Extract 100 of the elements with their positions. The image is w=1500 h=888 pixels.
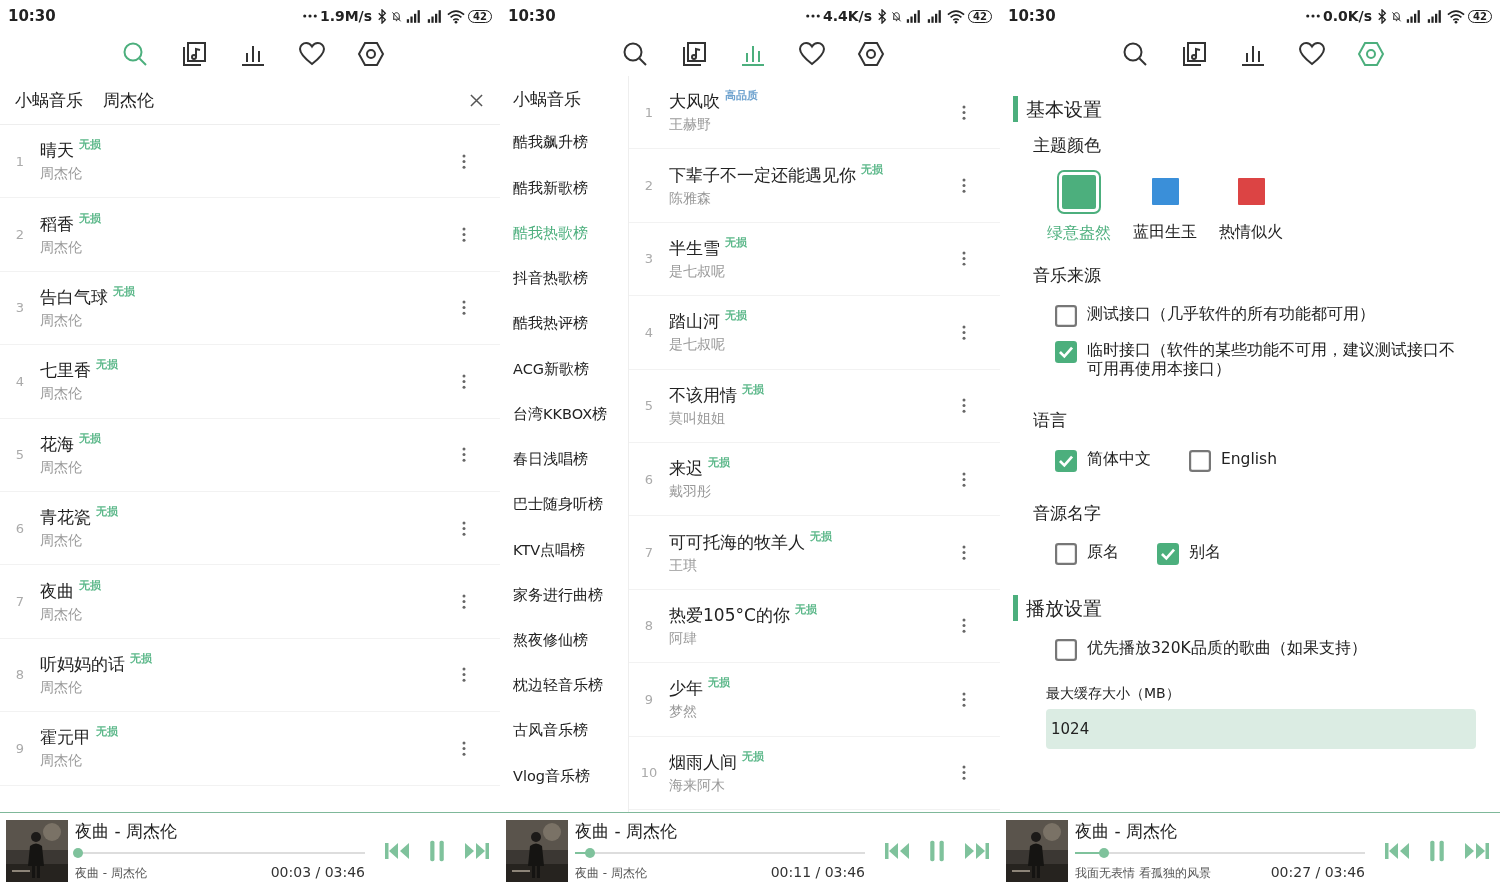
clock-time: 10:30 xyxy=(508,7,556,25)
search-icon[interactable] xyxy=(621,40,649,68)
more-icon[interactable] xyxy=(962,545,966,561)
song-title: 晴天 xyxy=(40,139,74,163)
song-title: 告白气球 xyxy=(40,285,108,309)
artist-name: 周杰伦 xyxy=(40,678,83,697)
checkbox[interactable] xyxy=(1189,450,1211,472)
more-icon[interactable] xyxy=(462,373,466,389)
quality-tag: 无损 xyxy=(96,359,118,372)
chart-list-item[interactable]: 酷我热评榜 xyxy=(513,314,628,360)
more-icon[interactable] xyxy=(462,300,466,316)
track-number: 10 xyxy=(639,765,659,781)
more-icon[interactable] xyxy=(462,153,466,169)
checkbox[interactable] xyxy=(1055,543,1077,565)
more-icon[interactable] xyxy=(462,447,466,463)
option-label: 测试接口（几乎软件的所有功能都可用） xyxy=(1087,305,1375,324)
option-label: 优先播放320K品质的歌曲（如果支持） xyxy=(1087,639,1367,658)
music-note-icon[interactable] xyxy=(1180,40,1208,68)
section-heading: 基本设置 xyxy=(1013,96,1482,122)
chart-list-item[interactable]: 巴士随身听榜 xyxy=(513,495,628,541)
theme-name: 绿意盎然 xyxy=(1047,223,1111,244)
progress-handle[interactable] xyxy=(584,847,595,858)
setting-label: 音源名字 xyxy=(1033,502,1102,525)
quality-tag: 无损 xyxy=(742,750,764,763)
more-icon[interactable] xyxy=(962,471,966,487)
bluetooth-icon xyxy=(1377,8,1389,24)
more-icon[interactable] xyxy=(962,398,966,414)
chart-list-item[interactable]: 春日浅唱榜 xyxy=(513,450,628,496)
chart-list-item[interactable]: 熬夜修仙榜 xyxy=(513,631,628,677)
progress-handle[interactable] xyxy=(1099,847,1109,858)
artist-name: 莫叫姐姐 xyxy=(669,409,726,428)
source-selector[interactable]: 小蜗音乐 xyxy=(15,88,83,112)
track-number: 9 xyxy=(643,691,655,707)
network-speed: 0.0K/s xyxy=(1322,8,1373,24)
chart-list-item[interactable]: 抖音热歌榜 xyxy=(513,269,628,315)
progress-handle[interactable] xyxy=(72,847,83,858)
more-icon[interactable] xyxy=(962,178,966,194)
more-dots-icon xyxy=(805,14,820,18)
settings-icon[interactable] xyxy=(357,40,385,68)
quality-tag: 无损 xyxy=(130,652,152,665)
heart-icon[interactable] xyxy=(298,40,326,68)
chart-list-item[interactable]: Vlog音乐榜 xyxy=(513,766,628,812)
theme-name: 蓝田生玉 xyxy=(1133,222,1197,243)
more-icon[interactable] xyxy=(962,251,966,267)
field-label: 最大缓存大小（MB） xyxy=(1046,685,1181,703)
music-note-icon[interactable] xyxy=(680,40,708,68)
more-icon[interactable] xyxy=(962,104,966,120)
track-number: 3 xyxy=(643,251,655,267)
song-title: 大风吹 xyxy=(669,90,720,114)
chart-list-item[interactable]: 酷我飙升榜 xyxy=(513,133,628,179)
heart-icon[interactable] xyxy=(1298,40,1326,68)
checkbox[interactable] xyxy=(1055,639,1077,661)
settings-icon[interactable] xyxy=(857,40,885,68)
more-icon[interactable] xyxy=(462,740,466,756)
more-icon[interactable] xyxy=(962,324,966,340)
quality-tag: 无损 xyxy=(79,212,101,225)
chart-list-item[interactable]: 酷我新歌榜 xyxy=(513,178,628,224)
chart-list-item[interactable]: KTV点唱榜 xyxy=(513,540,628,586)
track-number: 2 xyxy=(14,227,26,243)
search-field[interactable]: 周杰伦 xyxy=(103,88,470,112)
source-selector[interactable]: 小蜗音乐 xyxy=(513,88,628,134)
more-icon[interactable] xyxy=(462,594,466,610)
search-icon[interactable] xyxy=(1121,40,1149,68)
heart-icon[interactable] xyxy=(798,40,826,68)
chart-list-item[interactable]: 枕边轻音乐榜 xyxy=(513,676,628,722)
song-title: 花海 xyxy=(40,432,74,456)
chart-list-item[interactable]: 古风音乐榜 xyxy=(513,721,628,767)
song-subtitle: 我面无表情 看孤独的风景 xyxy=(1075,864,1211,882)
checkbox[interactable] xyxy=(1055,450,1077,472)
track-number: 4 xyxy=(643,324,655,340)
quality-tag: 无损 xyxy=(96,726,118,739)
more-icon[interactable] xyxy=(962,691,966,707)
wifi-icon xyxy=(447,8,466,24)
quality-tag: 无损 xyxy=(113,285,135,298)
more-icon[interactable] xyxy=(462,227,466,243)
more-icon[interactable] xyxy=(462,667,466,683)
quality-tag: 无损 xyxy=(708,457,730,470)
song-title: 稻香 xyxy=(40,212,74,236)
network-speed: 1.9M/s xyxy=(319,8,373,24)
music-note-icon[interactable] xyxy=(180,40,208,68)
more-icon[interactable] xyxy=(462,520,466,536)
more-icon[interactable] xyxy=(962,618,966,634)
more-icon[interactable] xyxy=(962,765,966,781)
theme-swatch[interactable] xyxy=(1059,172,1099,212)
quality-tag: 无损 xyxy=(96,506,118,519)
artist-name: 戴羽彤 xyxy=(669,483,712,502)
quality-tag: 无损 xyxy=(810,530,832,543)
track-number: 2 xyxy=(643,178,655,194)
chart-list-item[interactable]: ACG新歌榜 xyxy=(513,359,628,405)
close-icon[interactable] xyxy=(470,93,483,107)
song-title: 夜曲 - 周杰伦 xyxy=(1075,819,1178,843)
chart-list-item[interactable]: 家务进行曲榜 xyxy=(513,585,628,631)
checkbox[interactable] xyxy=(1055,341,1077,363)
chart-list-item[interactable]: 台湾KKBOX榜 xyxy=(513,404,628,451)
theme-name: 热情似火 xyxy=(1219,222,1283,243)
input-field[interactable]: 1024 xyxy=(1046,709,1476,749)
checkbox[interactable] xyxy=(1055,305,1077,327)
checkbox[interactable] xyxy=(1157,543,1179,565)
track-number: 1 xyxy=(14,153,26,169)
wifi-icon xyxy=(1447,8,1466,24)
